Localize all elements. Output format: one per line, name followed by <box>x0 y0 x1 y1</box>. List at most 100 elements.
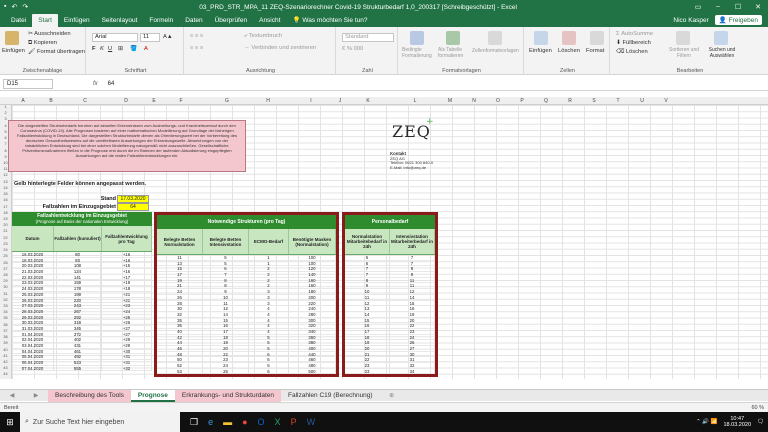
insert-cells-button[interactable]: Einfügen <box>529 48 552 54</box>
align-left-button[interactable]: ≡ ≡ ≡ <box>190 45 203 51</box>
column-header[interactable]: K <box>344 97 392 105</box>
column-header[interactable]: C <box>68 97 102 105</box>
row-header[interactable]: 13 <box>0 180 11 184</box>
row-header[interactable]: 21 <box>0 229 11 233</box>
font-name-combo[interactable]: Arial <box>92 33 138 42</box>
row-header[interactable]: 24 <box>0 248 11 252</box>
row-header[interactable]: 35 <box>0 316 11 320</box>
table-cell[interactable]: 25 <box>203 368 249 375</box>
column-header[interactable]: M <box>438 97 462 105</box>
format-painter-button[interactable]: 🖌 Format übertragen <box>28 49 85 55</box>
column-header[interactable]: J <box>336 97 344 105</box>
sort-filter-button[interactable]: Sortieren und Filtern <box>664 47 704 59</box>
row-header[interactable]: 28 <box>0 273 11 277</box>
tab-ueberpruefen[interactable]: Überprüfen <box>209 14 254 27</box>
wrap-text-button[interactable]: ⤶ Textumbruch <box>244 33 282 40</box>
table-cell[interactable]: 500 <box>289 368 336 375</box>
row-header[interactable]: 2 <box>0 111 11 115</box>
find-select-button[interactable]: Suchen und Auswählen <box>704 47 740 59</box>
task-view-icon[interactable]: ❐ <box>190 417 198 428</box>
formula-input[interactable]: 64 <box>108 81 115 87</box>
row-header[interactable]: 36 <box>0 323 11 327</box>
row-header[interactable]: 42 <box>0 360 11 364</box>
edge-icon[interactable]: e <box>208 417 213 428</box>
column-header[interactable]: S <box>582 97 606 105</box>
tray-icons[interactable]: ⌃ 🔊 📶 <box>696 419 717 425</box>
delete-cells-icon[interactable] <box>562 31 576 45</box>
sheet-tab-erkrankungsdaten[interactable]: Erkrankungs- und Strukturdaten <box>174 389 282 402</box>
row-header[interactable]: 41 <box>0 354 11 358</box>
notifications-icon[interactable]: 🗨 <box>757 419 764 425</box>
autosum-button[interactable]: Σ AutoSumme <box>616 31 653 37</box>
cut-button[interactable]: ✂ Ausschneiden <box>28 31 71 37</box>
paste-button[interactable]: Einfügen <box>2 48 25 54</box>
column-header[interactable]: E <box>150 97 158 105</box>
row-header[interactable]: 15 <box>0 192 11 196</box>
row-header[interactable]: 31 <box>0 292 11 296</box>
italic-button[interactable]: K <box>100 46 104 52</box>
windows-start-icon[interactable]: ⊞ <box>0 417 20 428</box>
save-icon[interactable]: ▪ <box>4 3 6 11</box>
clock[interactable]: 10:47 18.03.2020 <box>723 416 751 429</box>
table-format-button[interactable]: Als Tabelle formatieren <box>438 47 472 59</box>
row-header[interactable]: 22 <box>0 236 11 240</box>
maximize-button[interactable]: ☐ <box>728 3 748 11</box>
row-header[interactable]: 40 <box>0 348 11 352</box>
insert-cells-icon[interactable] <box>534 31 548 45</box>
share-button[interactable]: 👤 Freigeben <box>714 15 762 25</box>
name-box[interactable]: D15 <box>3 79 53 89</box>
user-name[interactable]: Nico Kasper <box>673 17 708 24</box>
column-header[interactable]: N <box>462 97 486 105</box>
format-cells-button[interactable]: Format <box>586 48 604 54</box>
column-header[interactable]: L <box>392 97 438 105</box>
cell-styles-button[interactable]: Zellenformatvorlagen <box>472 48 519 54</box>
row-header[interactable]: 39 <box>0 341 11 345</box>
row-header[interactable]: 25 <box>0 254 11 258</box>
bold-button[interactable]: F <box>92 46 96 52</box>
row-header[interactable]: 27 <box>0 267 11 271</box>
cell-styles-icon[interactable] <box>488 31 502 45</box>
column-header[interactable]: U <box>630 97 654 105</box>
explorer-icon[interactable]: ▬ <box>223 417 232 428</box>
column-header[interactable]: H <box>250 97 286 105</box>
conditional-format-button[interactable]: Bedingte Formatierung <box>402 47 436 59</box>
row-header[interactable]: 38 <box>0 335 11 339</box>
row-header[interactable]: 1 <box>0 105 11 109</box>
column-header[interactable]: R <box>558 97 582 105</box>
find-select-icon[interactable] <box>714 31 728 45</box>
sort-filter-icon[interactable] <box>676 31 690 45</box>
paste-icon[interactable] <box>5 31 19 45</box>
copy-button[interactable]: ⧉ Kopieren <box>28 40 57 47</box>
table-cell[interactable]: +32 <box>102 365 152 372</box>
row-header[interactable]: 44 <box>0 372 11 376</box>
close-button[interactable]: ✕ <box>748 3 768 11</box>
border-button[interactable]: ⊞ <box>118 46 123 52</box>
powerpoint-icon[interactable]: P <box>291 417 297 428</box>
zoom-level[interactable]: 60 % <box>751 405 764 411</box>
tab-daten[interactable]: Daten <box>179 14 208 27</box>
column-header[interactable]: I <box>286 97 336 105</box>
column-header[interactable]: F <box>158 97 204 105</box>
row-header[interactable]: 14 <box>0 186 11 190</box>
tab-formeln[interactable]: Formeln <box>143 14 179 27</box>
minimize-button[interactable]: – <box>708 3 728 11</box>
column-header[interactable]: B <box>34 97 68 105</box>
percent-button[interactable]: € % 000 <box>342 46 363 52</box>
font-size-combo[interactable]: 11 <box>140 33 160 42</box>
number-format-combo[interactable]: Standard <box>342 33 394 42</box>
ribbon-options-icon[interactable]: ▭ <box>688 3 708 11</box>
tab-einfuegen[interactable]: Einfügen <box>58 14 96 27</box>
grow-font-button[interactable]: A▲ <box>163 34 173 40</box>
row-header[interactable]: 32 <box>0 298 11 302</box>
word-icon[interactable]: W <box>307 417 316 428</box>
underline-button[interactable]: U <box>108 46 112 52</box>
table-cell[interactable]: 555 <box>54 365 102 372</box>
row-header[interactable]: 37 <box>0 329 11 333</box>
row-header[interactable]: 30 <box>0 285 11 289</box>
column-header[interactable]: P <box>510 97 534 105</box>
font-color-button[interactable]: A <box>144 46 148 52</box>
delete-cells-button[interactable]: Löschen <box>558 48 580 54</box>
row-header[interactable]: 16 <box>0 198 11 202</box>
clear-button[interactable]: ⌫ Löschen <box>616 49 648 55</box>
fx-icon[interactable]: fx <box>93 81 98 87</box>
